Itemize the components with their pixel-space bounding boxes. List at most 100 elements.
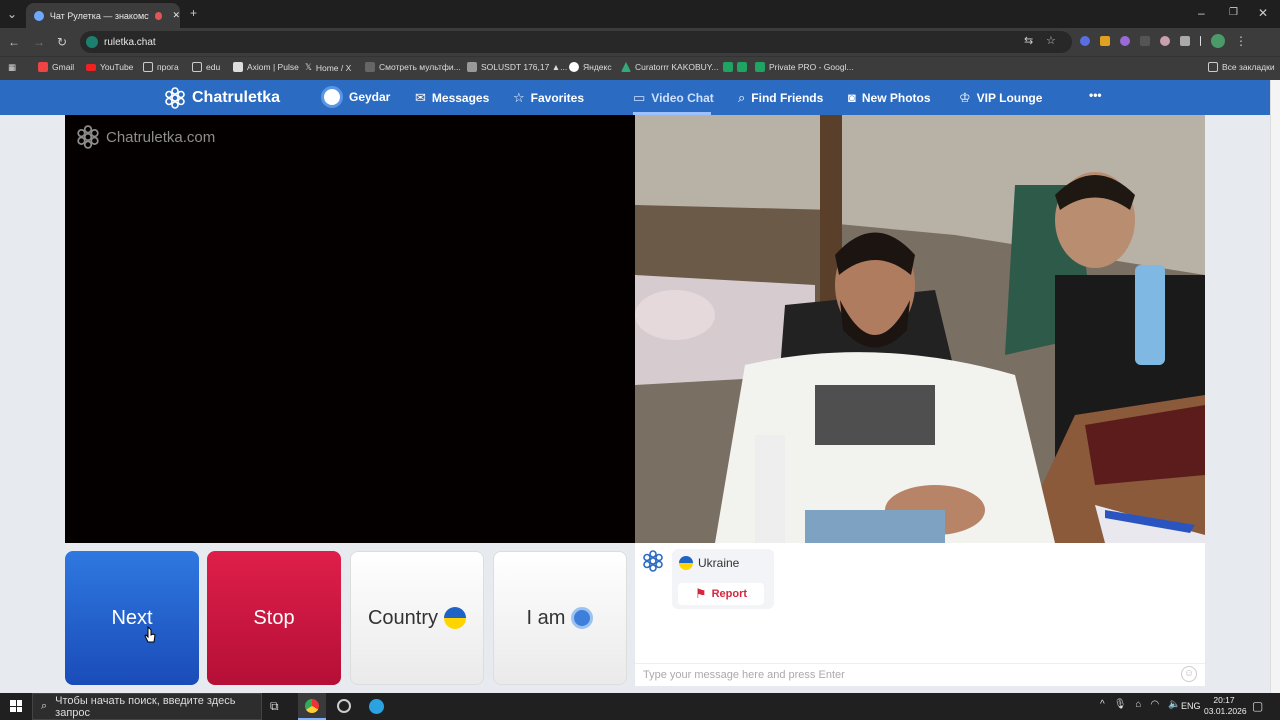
apps-grid-icon[interactable]: ▦ (8, 62, 16, 73)
extension-icon[interactable] (1120, 36, 1130, 46)
url-text[interactable]: ruletka.chat (104, 37, 156, 48)
site-info-icon[interactable] (86, 36, 98, 48)
bookmark-private-pro[interactable]: Private PRO - Googl... (755, 62, 854, 72)
message-input-placeholder: Type your message here and press Enter (643, 669, 845, 681)
nav-vip-lounge[interactable]: ♔ VIP Lounge (959, 90, 1042, 106)
mouse-cursor-icon (144, 626, 156, 643)
nav-find-friends[interactable]: ⌕ Find Friends (738, 90, 823, 106)
bookmark-gmail[interactable]: Gmail (38, 62, 74, 72)
site-icon (365, 62, 375, 72)
envelope-icon: ✉ (415, 90, 426, 105)
crown-icon: ♔ (959, 90, 971, 105)
translate-icon[interactable]: ⇆ (1024, 35, 1033, 47)
watermark: Chatruletka.com (76, 125, 215, 149)
browser-tab[interactable]: Чат Рулетка — знакомств… ✕ (26, 3, 180, 28)
bookmark-curatorrr[interactable]: Curatorrr KAKOBUY... (621, 62, 718, 72)
video-camera-icon: ▭ (633, 90, 646, 105)
windows-start-icon[interactable] (10, 700, 22, 712)
more-menu-button[interactable]: ••• (1089, 88, 1102, 102)
restore-icon[interactable]: ❐ (1229, 7, 1238, 19)
profile-avatar-icon[interactable] (1211, 34, 1225, 48)
nav-messages[interactable]: ✉ Messages (415, 90, 489, 106)
own-video-panel: Chatruletka.com (65, 115, 635, 543)
extension-icon[interactable] (1140, 36, 1150, 46)
bookmark-folder[interactable]: прога (143, 62, 179, 72)
new-tab-icon[interactable]: + (190, 7, 197, 19)
clock[interactable]: 20:17 03.01.2026 (1204, 695, 1247, 717)
tab-search-icon[interactable]: ⌄ (7, 8, 17, 20)
taskbar-search[interactable]: ⌕ Чтобы начать поиск, введите здесь запр… (32, 693, 262, 720)
message-input[interactable]: Type your message here and press Enter ☺ (635, 663, 1205, 686)
close-window-icon[interactable]: ✕ (1258, 7, 1268, 19)
partner-video-panel (635, 115, 1205, 543)
gmail-icon (38, 62, 48, 72)
country-filter-button[interactable]: Country (350, 551, 484, 685)
bookmark-x[interactable]: 𝕏 Home / X (305, 62, 351, 73)
recording-icon (154, 11, 163, 20)
flag-icon: ⚑ (694, 586, 707, 601)
chat-panel: Ukraine ⚑ Report Type your message here … (635, 543, 1205, 686)
gender-select-button[interactable]: I am (493, 551, 627, 685)
task-view-icon[interactable]: ⧉ (270, 699, 279, 714)
network-icon[interactable]: ⌂ (1135, 699, 1141, 710)
windows-taskbar: ⌕ Чтобы начать поиск, введите здесь запр… (0, 693, 1280, 720)
user-profile-link[interactable]: Geydar (321, 86, 390, 108)
sheets-icon (723, 62, 733, 72)
omnibox[interactable]: ruletka.chat ⇆ ☆ (80, 31, 1072, 53)
nav-video-chat[interactable]: ▭ Video Chat (633, 90, 714, 106)
folder-icon (1208, 62, 1218, 72)
site-logo[interactable]: Chatruletka (164, 87, 280, 109)
camera-icon: ◙ (848, 90, 856, 105)
bookmark-solusdt[interactable]: SOLUSDT 176,17 ▲... (467, 62, 567, 72)
sheets-icon (755, 62, 765, 72)
extension-icon[interactable] (1080, 36, 1090, 46)
extension-icon[interactable] (1100, 36, 1110, 46)
bookmarks-bar: ▦ Gmail YouTube прога edu Axiom | Pulse … (0, 56, 1280, 80)
minimize-icon[interactable]: – (1198, 7, 1205, 19)
language-indicator[interactable]: ENG (1181, 701, 1201, 711)
divider (1200, 36, 1201, 46)
telegram-icon[interactable] (369, 699, 384, 714)
bookmark-sheets[interactable] (723, 62, 747, 72)
close-tab-icon[interactable]: ✕ (172, 10, 180, 21)
chrome-taskbar-button[interactable] (298, 693, 326, 720)
wifi-icon[interactable]: ◠ (1150, 699, 1159, 710)
bookmark-youtube[interactable]: YouTube (86, 62, 133, 72)
kebab-menu-icon[interactable]: ⋮ (1235, 35, 1247, 48)
nav-favorites[interactable]: ☆ Favorites (513, 90, 584, 106)
extension-icon[interactable] (1160, 36, 1170, 46)
yandex-icon (569, 62, 579, 72)
tradingview-icon (467, 62, 477, 72)
chatruletka-logo-icon (77, 125, 99, 149)
bookmark-yandex[interactable]: Яндекс (569, 62, 612, 72)
system-tray: ^ 🎙 ⌂ ◠ 🔈 (1100, 699, 1181, 710)
extensions-puzzle-icon[interactable] (1180, 36, 1190, 46)
page-scrollbar[interactable] (1270, 80, 1280, 693)
bookmark-cartoons[interactable]: Смотреть мультфи... (365, 62, 461, 72)
search-icon: ⌕ (41, 700, 48, 712)
tab-title: Чат Рулетка — знакомств… (49, 10, 149, 21)
male-avatar-icon (571, 607, 594, 629)
back-icon[interactable]: ← (8, 36, 20, 48)
forward-icon[interactable]: → (33, 36, 45, 48)
nav-new-photos[interactable]: ◙ New Photos (848, 90, 931, 105)
axiom-icon (233, 62, 243, 72)
next-button[interactable]: Next (65, 551, 199, 685)
search-icon: ⌕ (738, 90, 746, 105)
bookmark-folder[interactable]: edu (192, 62, 220, 72)
chevron-up-icon[interactable]: ^ (1100, 699, 1105, 710)
volume-icon[interactable]: 🔈 (1168, 699, 1180, 710)
notifications-icon[interactable]: ▢ (1252, 699, 1263, 713)
all-bookmarks[interactable]: Все закладки (1208, 62, 1275, 72)
ukraine-flag-icon (444, 607, 467, 629)
reload-icon[interactable]: ↻ (57, 36, 67, 48)
stop-button[interactable]: Stop (207, 551, 341, 685)
report-button[interactable]: ⚑ Report (678, 583, 764, 605)
microphone-icon[interactable]: 🎙 (1114, 699, 1127, 710)
emoji-icon[interactable]: ☺ (1181, 666, 1197, 682)
site-favicon-icon (34, 10, 44, 21)
bookmark-axiom[interactable]: Axiom | Pulse (233, 62, 299, 72)
chrome-icon (305, 699, 319, 713)
app-icon[interactable] (337, 699, 351, 713)
bookmark-star-icon[interactable]: ☆ (1046, 35, 1056, 47)
